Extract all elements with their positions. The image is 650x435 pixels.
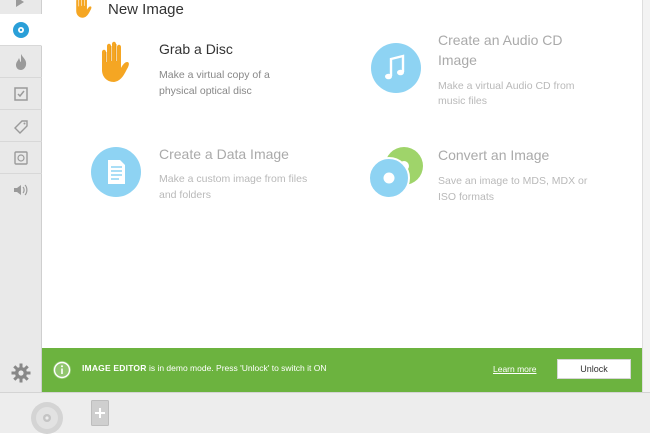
disc-drive-icon[interactable] bbox=[30, 401, 64, 435]
left-toolbar bbox=[0, 0, 42, 392]
main-panel: New Image Grab a Disc Make a virtual cop… bbox=[42, 0, 642, 348]
sidebar-item-disc-info[interactable] bbox=[0, 142, 42, 174]
option-title: Create a Data Image bbox=[159, 146, 289, 162]
option-description: physical optical disc bbox=[159, 85, 252, 97]
option-description: Make a virtual Audio CD from bbox=[438, 80, 575, 92]
burn-icon bbox=[16, 0, 24, 7]
disc-info-icon bbox=[14, 150, 28, 165]
option-description: and folders bbox=[159, 189, 211, 201]
option-description: Make a custom image from files bbox=[159, 173, 308, 185]
convert-discs-icon bbox=[368, 147, 423, 199]
label-tag-icon bbox=[14, 119, 28, 134]
demo-message: IMAGE EDITOR is in demo mode. Press 'Unl… bbox=[82, 363, 327, 373]
demo-product-name: IMAGE EDITOR bbox=[82, 363, 147, 373]
grab-disc-option[interactable]: Grab a Disc Make a virtual copy of a phy… bbox=[92, 38, 332, 108]
sidebar-item-verify[interactable] bbox=[0, 78, 42, 110]
music-note-icon bbox=[371, 43, 421, 93]
option-title: Grab a Disc bbox=[159, 41, 233, 57]
page-header: New Image bbox=[70, 0, 184, 20]
convert-image-option[interactable]: Convert an Image Save an image to MDS, M… bbox=[368, 144, 628, 214]
flame-icon bbox=[16, 53, 27, 70]
demo-message-text: is in demo mode. Press 'Unlock' to switc… bbox=[146, 363, 327, 373]
audio-icon bbox=[14, 184, 28, 196]
sidebar-item-burn-disc[interactable] bbox=[0, 46, 42, 78]
hand-icon bbox=[76, 0, 92, 18]
option-title: Create an Audio CD bbox=[438, 32, 563, 48]
create-data-image-option[interactable]: Create a Data Image Make a custom image … bbox=[90, 144, 350, 214]
add-device-icon[interactable] bbox=[91, 400, 109, 426]
scrollbar[interactable] bbox=[642, 0, 650, 392]
demo-notification-bar: IMAGE EDITOR is in demo mode. Press 'Unl… bbox=[42, 348, 642, 392]
disc-image-icon bbox=[12, 21, 29, 38]
gear-icon bbox=[11, 363, 31, 383]
sidebar-item-new-image[interactable] bbox=[0, 14, 42, 46]
option-description: Make a virtual copy of a bbox=[159, 69, 270, 81]
option-description: music files bbox=[438, 95, 488, 107]
hand-icon bbox=[102, 41, 129, 82]
document-icon bbox=[91, 147, 141, 197]
learn-more-link[interactable]: Learn more bbox=[493, 364, 536, 374]
bottom-device-bar bbox=[0, 392, 650, 435]
option-title: Convert an Image bbox=[438, 147, 550, 163]
option-description: Save an image to MDS, MDX or bbox=[438, 175, 588, 187]
page-title: New Image bbox=[108, 0, 184, 18]
info-icon bbox=[53, 361, 71, 379]
option-title: Image bbox=[438, 52, 477, 68]
create-audio-cd-option[interactable]: Create an Audio CD Image Make a virtual … bbox=[370, 30, 630, 120]
verify-icon bbox=[14, 86, 28, 101]
settings-button[interactable] bbox=[10, 362, 32, 384]
option-description: ISO formats bbox=[438, 191, 495, 203]
sidebar-item-label[interactable] bbox=[0, 110, 42, 142]
unlock-button[interactable]: Unlock bbox=[557, 359, 631, 379]
sidebar-item-audio[interactable] bbox=[0, 174, 42, 206]
